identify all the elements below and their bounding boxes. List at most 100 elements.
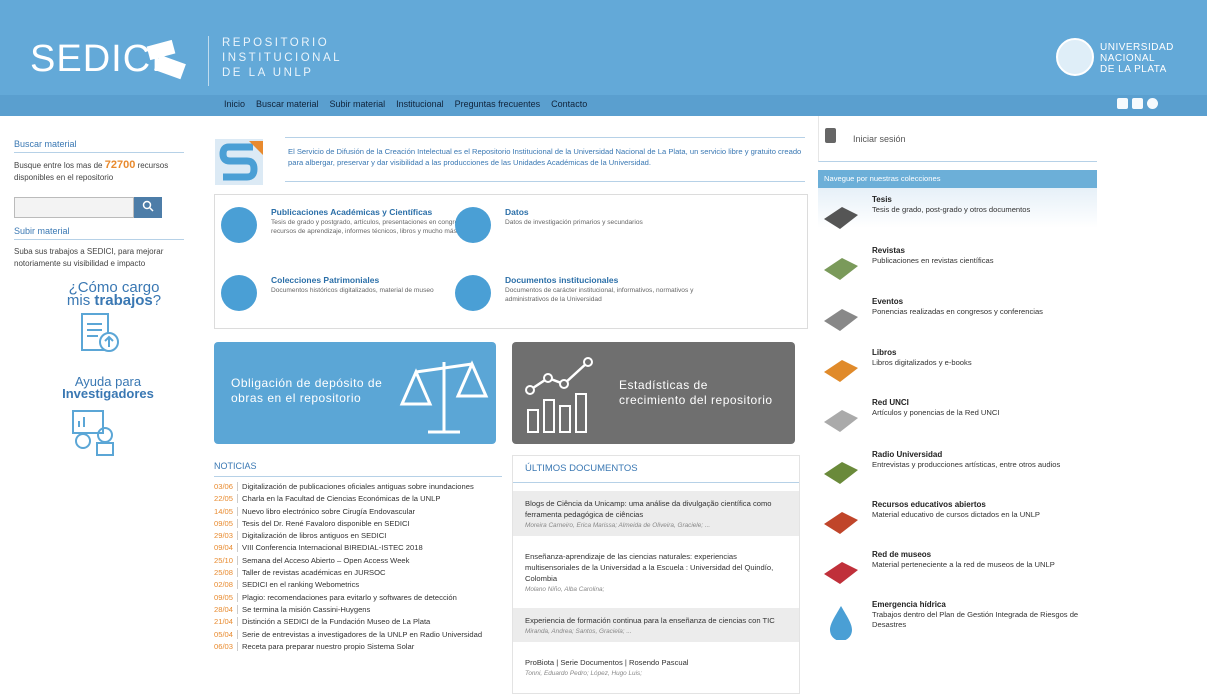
buscar-description: Busque entre los mas de 72700 recursos d… <box>14 159 169 182</box>
facebook-icon[interactable] <box>1117 98 1128 109</box>
collection-description: Libros digitalizados y e-books <box>872 358 972 367</box>
search-input[interactable] <box>14 197 134 218</box>
collection-description: Ponencias realizadas en congresos y conf… <box>872 307 1043 316</box>
collection-title: Eventos <box>872 297 904 306</box>
news-title-text: Serie de entrevistas a investigadores de… <box>242 629 483 639</box>
collection-description: Tesis de grado, post-grado y otros docum… <box>872 205 1031 214</box>
sedici-s-logo-icon <box>215 139 263 185</box>
document-item[interactable]: Blogs de Ciência da Unicamp: uma análise… <box>513 491 799 536</box>
document-item[interactable]: ProBiota | Serie Documentos | Rosendo Pa… <box>513 650 799 684</box>
news-date: 05/04 <box>214 629 239 639</box>
document-icon <box>221 207 257 243</box>
news-item[interactable]: 14/05 Nuevo libro electrónico sobre Cirug… <box>214 506 502 519</box>
statistics-chart-icon <box>525 357 593 433</box>
news-item[interactable]: 05/04 Serie de entrevistas a investigador… <box>214 629 502 642</box>
twitter-icon[interactable] <box>1132 98 1143 109</box>
news-item[interactable]: 09/05 Tesis del Dr. René Favaloro disponi… <box>214 518 502 531</box>
chat-icon[interactable] <box>1147 98 1158 109</box>
sedici-logo[interactable]: SEDICI <box>30 38 163 81</box>
news-item[interactable]: 09/04 VIII Conferencia Internacional BIRE… <box>214 543 502 555</box>
news-item[interactable]: 03/06 Digitalización de publicaciones ofi… <box>214 482 502 494</box>
repository-title: REPOSITORIO INSTITUCIONAL DE LA UNLP <box>222 37 343 79</box>
unlp-seal-icon[interactable] <box>1056 38 1094 76</box>
news-item[interactable]: 25/10 Semana del Acceso Abierto – Open Ac… <box>214 555 502 568</box>
researcher-icon[interactable] <box>69 407 121 457</box>
news-item[interactable]: 09/05 Plagio: recomendaciones para evitar… <box>214 592 502 605</box>
news-date: 29/03 <box>214 531 239 541</box>
collection-item[interactable]: Eventos Ponencias realizadas en congresos… <box>820 297 1097 341</box>
como-cargo-link[interactable]: ¿Cómo cargo mis trabajos? <box>44 280 184 308</box>
news-item[interactable]: 21/04 Distinción a SEDICI de la Fundación… <box>214 617 502 629</box>
museum-icon <box>820 554 862 586</box>
collection-title: Radio Universidad <box>872 450 943 459</box>
collection-item[interactable]: Libros Libros digitalizados y e-books <box>820 348 1097 392</box>
news-item[interactable]: 22/05 Charla en la Facultad de Ciencias E… <box>214 494 502 506</box>
search-icon <box>142 200 154 212</box>
collection-item[interactable]: Red de museos Material perteneciente a la… <box>820 550 1097 594</box>
news-date: 14/05 <box>214 506 239 516</box>
graduation-cap-icon <box>820 199 862 231</box>
search-form <box>14 197 162 218</box>
document-authors: Miranda, Andrea; Santos, Graciela; ... <box>525 628 632 635</box>
lock-icon <box>825 128 836 143</box>
collection-description: Publicaciones en revistas científicas <box>872 256 994 265</box>
nav-item-institucional[interactable]: Institucional <box>396 99 444 109</box>
subir-title[interactable]: Subir material <box>14 226 184 240</box>
search-section: Buscar material Busque entre los mas de … <box>14 139 184 184</box>
news-item[interactable]: 29/03 Digitalización de libros antiguos e… <box>214 531 502 543</box>
network-icon <box>820 402 862 434</box>
unlp-name[interactable]: UNIVERSIDAD NACIONAL DE LA PLATA <box>1100 42 1174 75</box>
news-date: 22/05 <box>214 494 239 504</box>
document-authors: Moreira Carneiro, Erica Marissa; Almeida… <box>525 522 711 529</box>
collection-item[interactable]: Emergencia hídrica Trabajos dentro del Pl… <box>820 600 1097 644</box>
banner-estadisticas[interactable]: Estadísticas de crecimiento del reposito… <box>512 342 795 444</box>
news-item[interactable]: 28/04 Se termina la misión Cassini-Huygen… <box>214 604 502 617</box>
collection-title: Revistas <box>872 246 905 255</box>
news-title-text: SEDICI en el ranking Webometrics <box>242 580 360 590</box>
collection-description: Material perteneciente a la red de museo… <box>872 560 1055 569</box>
data-icon <box>455 207 491 243</box>
document-title: ProBiota | Serie Documentos | Rosendo Pa… <box>525 658 689 667</box>
news-item[interactable]: 06/03 Receta para preparar nuestro propio… <box>214 641 502 654</box>
collection-item[interactable]: Red UNCI Artículos y ponencias de la Red … <box>820 398 1097 442</box>
news-item[interactable]: 25/08 Taller de revistas académicas en JU… <box>214 568 502 580</box>
microphone-icon <box>820 301 862 333</box>
collection-title: Tesis <box>872 195 892 204</box>
news-title-text: Semana del Acceso Abierto – Open Access … <box>242 555 410 565</box>
collection-description: Artículos y ponencias de la Red UNCI <box>872 408 1000 417</box>
news-item[interactable]: 02/08 SEDICI en el ranking Webometrics <box>214 580 502 592</box>
document-title: Enseñanza-aprendizaje de las ciencias na… <box>525 552 774 583</box>
subir-description: Suba sus trabajos a SEDICI, para mejorar… <box>14 247 164 268</box>
banner-obligacion[interactable]: Obligación de depósito de obras en el re… <box>214 342 496 444</box>
main-nav <box>0 95 1207 116</box>
nav-item-buscar[interactable]: Buscar material <box>256 99 319 109</box>
upload-document-icon[interactable] <box>78 312 122 358</box>
museum-building-icon <box>221 275 257 311</box>
buscar-title[interactable]: Buscar material <box>14 139 184 153</box>
news-date: 28/04 <box>214 604 239 614</box>
collections-header: Navegue por nuestras colecciones <box>818 170 1097 188</box>
intro-text: El Servicio de Difusión de la Creación I… <box>288 147 802 167</box>
collection-item[interactable]: Revistas Publicaciones en revistas cientí… <box>820 246 1097 290</box>
news-title-text: Taller de revistas académicas en JURSOC <box>242 568 386 578</box>
login-link[interactable]: Iniciar sesión <box>818 116 1097 162</box>
nav-item-subir[interactable]: Subir material <box>330 99 386 109</box>
radio-icon <box>820 454 862 486</box>
collection-item[interactable]: Radio Universidad Entrevistas y produccio… <box>820 450 1097 494</box>
collection-item[interactable]: Tesis Tesis de grado, post-grado y otros … <box>820 195 1097 239</box>
nav-item-preguntas[interactable]: Preguntas frecuentes <box>455 99 541 109</box>
nav-item-inicio[interactable]: Inicio <box>224 99 245 109</box>
document-title: Experiencia de formación continua para l… <box>525 616 775 625</box>
document-item[interactable]: Experiencia de formación continua para l… <box>513 608 799 642</box>
search-button[interactable] <box>134 197 162 218</box>
collection-item[interactable]: Recursos educativos abiertos Material edu… <box>820 500 1097 544</box>
collection-description: Material educativo de cursos dictados en… <box>872 510 1040 519</box>
document-item[interactable]: Enseñanza-aprendizaje de las ciencias na… <box>513 544 799 600</box>
header-divider <box>208 36 209 86</box>
news-title-text: Se termina la misión Cassini-Huygens <box>242 604 371 614</box>
education-icon <box>820 504 862 536</box>
ayuda-investigadores-link[interactable]: Ayuda para Investigadores <box>38 375 178 400</box>
collection-title: Emergencia hídrica <box>872 600 946 609</box>
news-title-text: Digitalización de publicaciones oficiale… <box>242 482 474 491</box>
nav-item-contacto[interactable]: Contacto <box>551 99 587 109</box>
